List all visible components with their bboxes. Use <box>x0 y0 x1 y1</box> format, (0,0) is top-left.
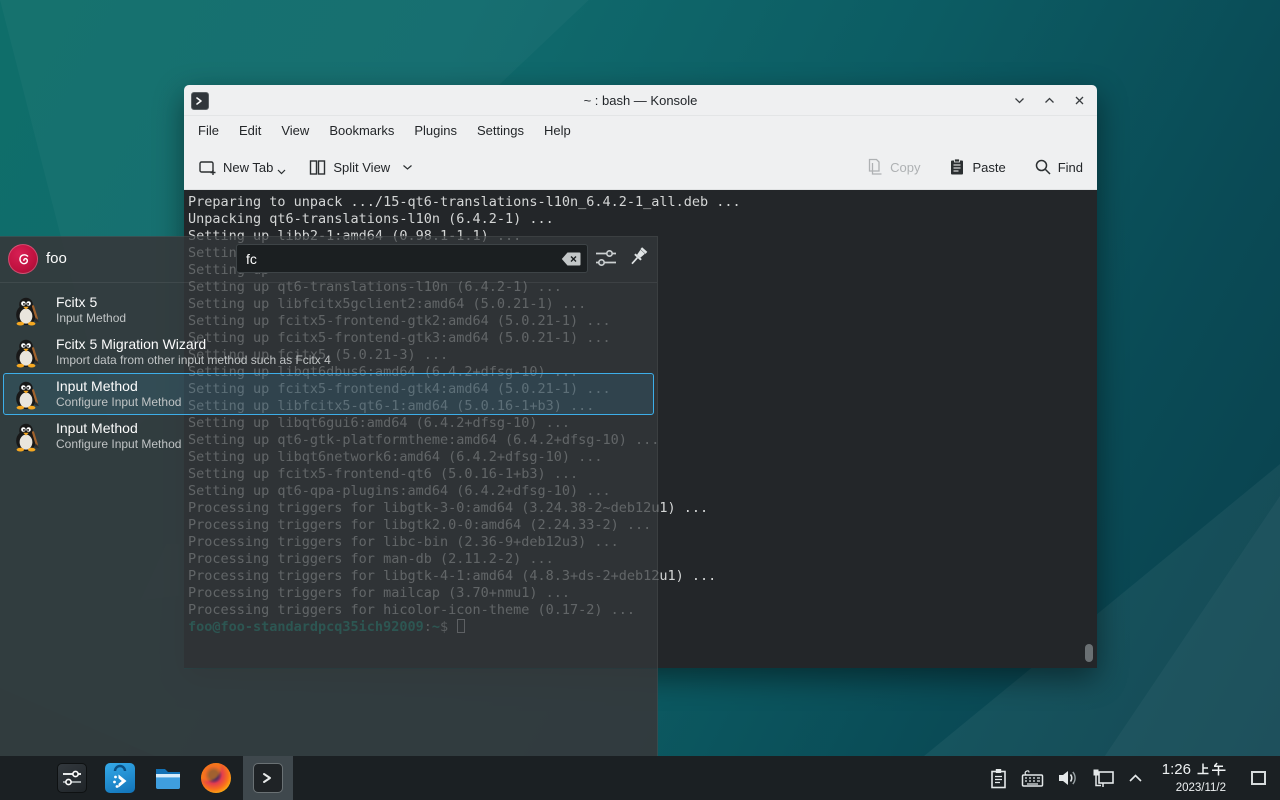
dolphin-button[interactable] <box>144 756 192 800</box>
result-fcitx5[interactable]: Fcitx 5 Input Method <box>3 289 654 331</box>
taskbar-panel: 1:26 2023/11/2 <box>0 756 1280 800</box>
menu-plugins[interactable]: Plugins <box>404 116 467 145</box>
firefox-icon <box>201 763 231 793</box>
user-avatar[interactable] <box>8 244 38 274</box>
chevron-down-icon <box>277 169 286 175</box>
result-title: Input Method <box>56 420 138 437</box>
digital-clock[interactable]: 1:26 2023/11/2 <box>1162 761 1226 796</box>
result-title: Input Method <box>56 378 138 395</box>
split-view-icon <box>308 158 327 177</box>
result-subtitle: Import data from other input method such… <box>56 353 331 368</box>
folder-icon <box>153 763 183 793</box>
discover-icon <box>105 763 135 793</box>
keyboard-icon[interactable] <box>1021 769 1044 788</box>
fcitx-penguin-icon <box>11 422 41 457</box>
menu-edit[interactable]: Edit <box>229 116 271 145</box>
menu-view[interactable]: View <box>271 116 319 145</box>
search-results: Fcitx 5 Input Method Fcitx 5 Migration W… <box>0 289 657 457</box>
fcitx-penguin-icon <box>11 338 41 373</box>
copy-icon <box>866 158 884 176</box>
window-title: ~ : bash — Konsole <box>184 93 1097 108</box>
launcher-header: foo <box>0 237 657 283</box>
show-desktop-button[interactable] <box>1251 771 1266 785</box>
close-button[interactable] <box>1071 93 1087 109</box>
search-icon <box>1034 158 1052 176</box>
new-tab-icon <box>198 158 217 177</box>
result-input-method[interactable]: Input Method Configure Input Method <box>3 415 654 457</box>
debian-logo-icon <box>13 249 33 269</box>
paste-icon <box>948 158 966 176</box>
konsole-icon <box>253 763 283 793</box>
discover-button[interactable] <box>96 756 144 800</box>
result-fcitx5-migration-wizard[interactable]: Fcitx 5 Migration Wizard Import data fro… <box>3 331 654 373</box>
clock-date: 2023/11/2 <box>1176 782 1226 794</box>
username-label: foo <box>46 250 67 267</box>
chevron-down-icon <box>402 164 413 171</box>
result-title: Fcitx 5 Migration Wizard <box>56 336 206 353</box>
copy-button[interactable]: Copy <box>866 158 920 176</box>
terminal-line: Unpacking qt6-translations-l10n (6.4.2-1… <box>188 211 1097 228</box>
network-wired-icon[interactable] <box>1092 768 1115 789</box>
system-settings-button[interactable] <box>48 756 96 800</box>
maximize-button[interactable] <box>1041 93 1057 109</box>
new-tab-button[interactable]: New Tab <box>198 158 286 177</box>
clear-text-icon[interactable] <box>561 252 581 271</box>
menu-help[interactable]: Help <box>534 116 581 145</box>
menu-bookmarks[interactable]: Bookmarks <box>319 116 404 145</box>
application-launcher-popup: foo Fcitx 5 Input Method <box>0 236 658 756</box>
result-subtitle: Configure Input Method <box>56 395 181 410</box>
system-settings-icon <box>57 763 87 793</box>
fcitx-penguin-icon <box>11 380 41 415</box>
result-title: Fcitx 5 <box>56 294 97 311</box>
search-box <box>236 244 588 273</box>
split-view-button[interactable]: Split View <box>308 158 413 177</box>
terminal-line: Preparing to unpack .../15-qt6-translati… <box>188 194 1097 211</box>
firefox-button[interactable] <box>192 756 240 800</box>
find-button[interactable]: Find <box>1034 158 1083 176</box>
search-input[interactable] <box>237 245 587 272</box>
volume-icon[interactable] <box>1057 768 1079 788</box>
menu-bar: File Edit View Bookmarks Plugins Setting… <box>184 116 1097 145</box>
clipboard-icon[interactable] <box>989 768 1008 789</box>
result-subtitle: Input Method <box>56 311 126 326</box>
launcher-backdrop <box>184 669 657 756</box>
konsole-task-button[interactable] <box>243 756 293 800</box>
toolbar: New Tab Split View Copy Paste <box>184 145 1097 190</box>
pin-icon[interactable] <box>627 246 649 275</box>
desktop: ~ : bash — Konsole File Edit View Bookma… <box>0 0 1280 800</box>
expand-tray-icon[interactable] <box>1128 773 1143 783</box>
minimize-button[interactable] <box>1011 93 1027 109</box>
clock-meridiem <box>1196 762 1226 776</box>
titlebar[interactable]: ~ : bash — Konsole <box>184 85 1097 116</box>
menu-settings[interactable]: Settings <box>467 116 534 145</box>
menu-file[interactable]: File <box>188 116 229 145</box>
terminal-scrollbar[interactable] <box>1085 644 1093 662</box>
clock-time: 1:26 <box>1162 761 1191 778</box>
result-subtitle: Configure Input Method <box>56 437 181 452</box>
fcitx-penguin-icon <box>11 296 41 331</box>
paste-button[interactable]: Paste <box>948 158 1005 176</box>
result-input-method-selected[interactable]: Input Method Configure Input Method <box>3 373 654 415</box>
system-tray: 1:26 2023/11/2 <box>989 761 1280 796</box>
configure-icon[interactable] <box>595 249 617 273</box>
